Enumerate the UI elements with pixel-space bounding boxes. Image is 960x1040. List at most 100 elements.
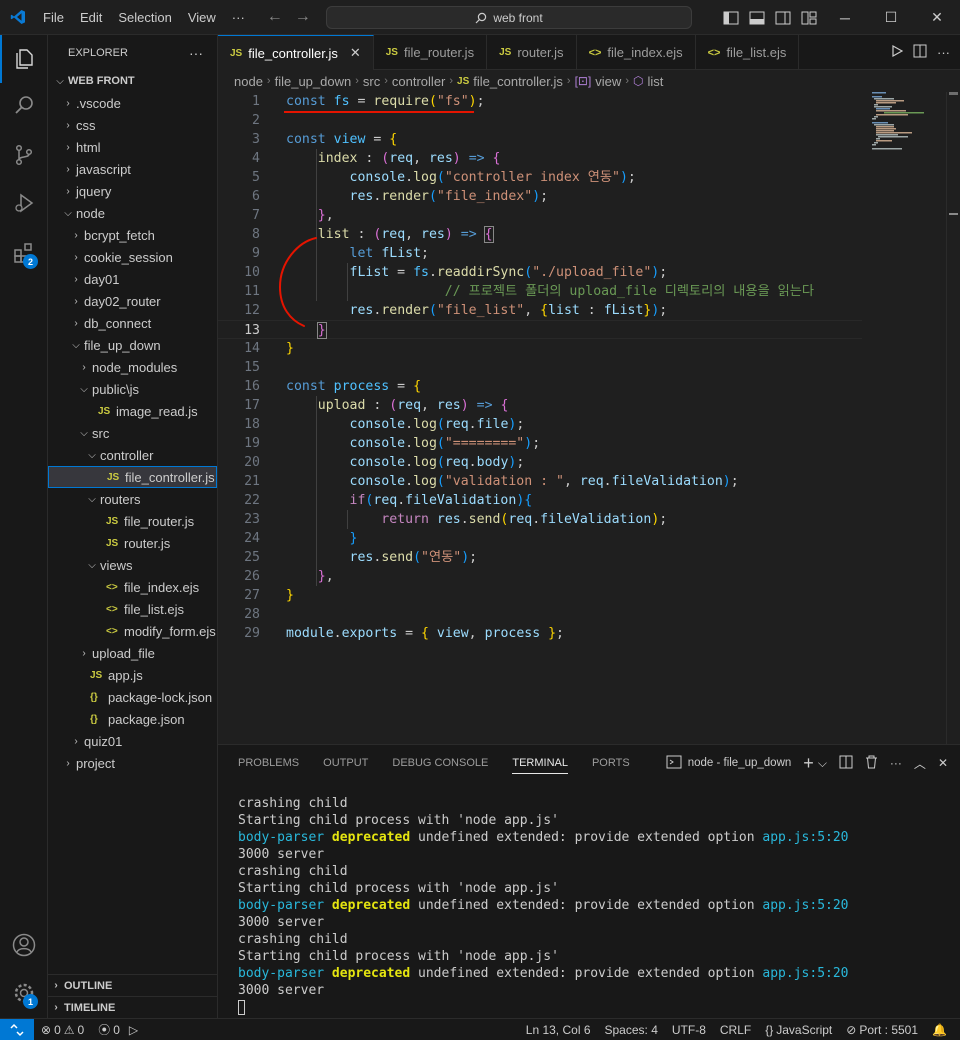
indentation[interactable]: Spaces: 4	[598, 1023, 665, 1037]
command-center-search[interactable]: web front	[326, 6, 692, 29]
source-control-icon[interactable]	[0, 131, 48, 179]
file-item[interactable]: JS image_read.js	[48, 400, 217, 422]
folder-item[interactable]: ⌵ views	[48, 554, 217, 576]
tab-terminal[interactable]: TERMINAL	[512, 757, 568, 774]
file-item[interactable]: JS file_router.js	[48, 510, 217, 532]
folder-item[interactable]: ⌵ controller	[48, 444, 217, 466]
tab-router[interactable]: JS router.js	[487, 35, 577, 70]
more-actions-icon[interactable]: ···	[890, 756, 902, 770]
run-debug-icon[interactable]	[0, 179, 48, 227]
accounts-icon[interactable]	[0, 921, 48, 969]
file-item[interactable]: {} package.json	[48, 708, 217, 730]
timeline-section[interactable]: › TIMELINE	[48, 996, 218, 1018]
folder-item[interactable]: › jquery	[48, 180, 217, 202]
folder-item[interactable]: › .vscode	[48, 92, 217, 114]
tab-file-controller[interactable]: JS file_controller.js ✕	[218, 35, 374, 70]
close-tab-icon[interactable]: ✕	[350, 45, 361, 61]
menu-more[interactable]: ···	[224, 0, 253, 35]
minimap[interactable]	[864, 92, 950, 744]
notifications-bell-icon[interactable]: 🔔	[925, 1023, 954, 1037]
folder-item[interactable]: ⌵ public\js	[48, 378, 217, 400]
folder-item[interactable]: › project	[48, 752, 217, 774]
chevron-down-icon[interactable]: ⌵	[818, 756, 827, 771]
file-item[interactable]: <> modify_form.ejs	[48, 620, 217, 642]
breadcrumb-controller[interactable]: controller	[392, 74, 445, 89]
menu-edit[interactable]: Edit	[72, 0, 110, 35]
tab-debug-console[interactable]: DEBUG CONSOLE	[392, 757, 488, 769]
folder-item[interactable]: › bcrypt_fetch	[48, 224, 217, 246]
file-item[interactable]: JS router.js	[48, 532, 217, 554]
folder-item[interactable]: › node_modules	[48, 356, 217, 378]
close-window-icon[interactable]: ✕	[914, 0, 960, 35]
menu-file[interactable]: File	[35, 0, 72, 35]
customize-layout-icon[interactable]	[796, 0, 822, 35]
breadcrumb-node[interactable]: node	[234, 74, 263, 89]
folder-item[interactable]: ⌵ routers	[48, 488, 217, 510]
tab-file-router[interactable]: JS file_router.js	[374, 35, 488, 70]
code-editor[interactable]: 1 const fs = require("fs"); 2 3 const view =…	[218, 92, 960, 744]
folder-item[interactable]: ⌵ src	[48, 422, 217, 444]
minimize-icon[interactable]: ─	[822, 0, 868, 35]
end-of-line[interactable]: CRLF	[713, 1023, 758, 1037]
ports-status[interactable]: ⦿ 0 ▷	[91, 1021, 145, 1038]
file-item[interactable]: JS app.js	[48, 664, 217, 686]
folder-item[interactable]: ⌵ file_up_down	[48, 334, 217, 356]
maximize-panel-icon[interactable]: ︿	[914, 755, 926, 772]
tab-ports[interactable]: PORTS	[592, 757, 630, 769]
outline-section[interactable]: › OUTLINE	[48, 974, 218, 996]
folder-item[interactable]: › css	[48, 114, 217, 136]
breadcrumb-file-up-down[interactable]: file_up_down	[275, 74, 352, 89]
folder-item[interactable]: ⌵ node	[48, 202, 217, 224]
toggle-secondary-sidebar-icon[interactable]	[770, 0, 796, 35]
folder-item[interactable]: › day02_router	[48, 290, 217, 312]
language-mode[interactable]: {} JavaScript	[758, 1023, 839, 1037]
more-actions-icon[interactable]: ···	[937, 45, 950, 60]
breadcrumb-file[interactable]: file_controller.js	[473, 74, 563, 89]
trash-icon[interactable]	[865, 755, 878, 772]
explorer-more-button[interactable]: ···	[189, 45, 203, 61]
problems-status[interactable]: ⊗ 0 ⚠ 0	[34, 1023, 91, 1037]
toggle-panel-icon[interactable]	[744, 0, 770, 35]
cursor-position[interactable]: Ln 13, Col 6	[519, 1023, 598, 1037]
live-server-port[interactable]: ⊘ Port : 5501	[839, 1023, 925, 1037]
maximize-icon[interactable]: ☐	[868, 0, 914, 35]
folder-item[interactable]: › day01	[48, 268, 217, 290]
explorer-icon[interactable]	[0, 35, 48, 83]
terminal-instance-name[interactable]: node - file_up_down	[688, 757, 792, 769]
split-editor-icon[interactable]	[913, 44, 927, 61]
search-view-icon[interactable]	[0, 81, 48, 129]
folder-item[interactable]: › javascript	[48, 158, 217, 180]
editor-scrollbar[interactable]	[946, 92, 960, 744]
tab-file-index[interactable]: <> file_index.ejs	[577, 35, 696, 70]
workspace-root[interactable]: ⌵ WEB FRONT	[48, 70, 217, 92]
file-item[interactable]: JS file_controller.js	[48, 466, 217, 488]
file-item[interactable]: {} package-lock.json	[48, 686, 217, 708]
folder-item[interactable]: › upload_file	[48, 642, 217, 664]
menu-selection[interactable]: Selection	[110, 0, 179, 35]
breadcrumb-symbol-list[interactable]: list	[647, 74, 663, 89]
new-terminal-icon[interactable]: +	[803, 753, 814, 774]
folder-item[interactable]: › html	[48, 136, 217, 158]
menu-view[interactable]: View	[180, 0, 224, 35]
tab-file-list[interactable]: <> file_list.ejs	[696, 35, 800, 70]
remote-indicator-icon[interactable]	[0, 1018, 34, 1040]
tab-output[interactable]: OUTPUT	[323, 757, 368, 769]
breadcrumb-src[interactable]: src	[363, 74, 380, 89]
file-item[interactable]: <> file_list.ejs	[48, 598, 217, 620]
breadcrumb-symbol-view[interactable]: view	[595, 74, 621, 89]
run-file-icon[interactable]	[891, 44, 904, 60]
tab-problems[interactable]: PROBLEMS	[238, 757, 299, 769]
close-panel-icon[interactable]: ✕	[938, 756, 948, 770]
manage-gear-icon[interactable]: 1	[0, 969, 48, 1017]
forward-arrow-icon[interactable]: →	[295, 8, 311, 26]
back-arrow-icon[interactable]: ←	[267, 8, 283, 26]
split-terminal-icon[interactable]	[839, 755, 853, 772]
encoding[interactable]: UTF-8	[665, 1023, 713, 1037]
file-item[interactable]: <> file_index.ejs	[48, 576, 217, 598]
extensions-icon[interactable]: 2	[0, 229, 48, 277]
terminal-output[interactable]: crashing child Starting child process wit…	[238, 795, 849, 1016]
folder-item[interactable]: › quiz01	[48, 730, 217, 752]
folder-item[interactable]: › db_connect	[48, 312, 217, 334]
toggle-sidebar-icon[interactable]	[718, 0, 744, 35]
folder-item[interactable]: › cookie_session	[48, 246, 217, 268]
